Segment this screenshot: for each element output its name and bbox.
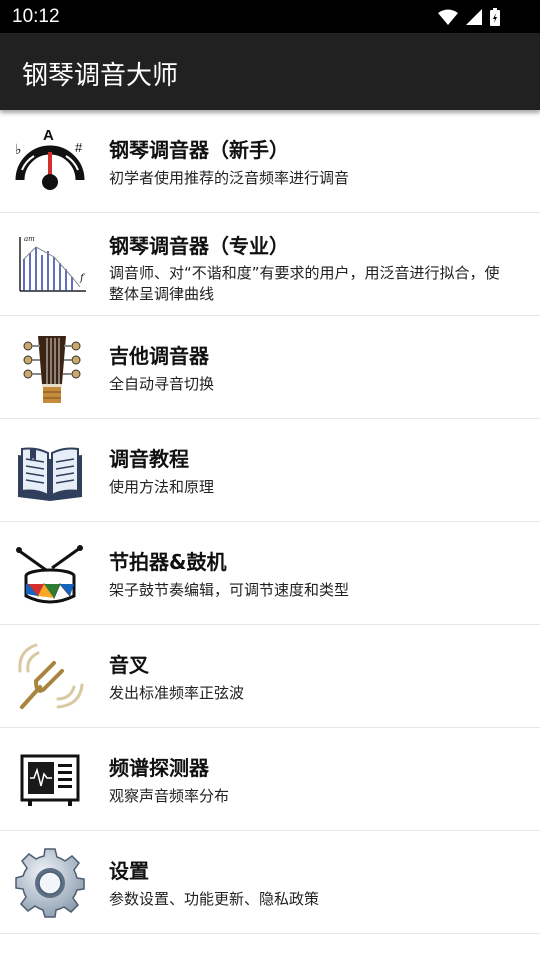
menu-item-title: 吉他调音器 (109, 344, 209, 368)
guitar-headstock-icon (23, 336, 81, 403)
menu-item-desc: 架子鼓节奏编辑，可调节速度和类型 (109, 581, 350, 599)
menu-item-title: 节拍器&鼓机 (109, 550, 227, 574)
menu-item-title: 频谱探测器 (109, 756, 209, 780)
spectrum-monitor-icon (20, 754, 80, 806)
menu-item-desc: 调音师、对“不谐和度”有要求的用户，用泛音进行拟合，使整体呈调律曲线 (109, 264, 500, 303)
menu-item-desc: 发出标准频率正弦波 (109, 684, 245, 702)
spectrum-graph-icon: am f (19, 235, 86, 292)
battery-icon (490, 8, 500, 26)
graph-freq-label: f (79, 273, 86, 284)
menu-item-title: 调音教程 (109, 447, 189, 471)
menu-item-spectrum-detector[interactable]: 频谱探测器 观察声音频率分布 (0, 728, 540, 831)
open-book-icon (18, 447, 82, 501)
status-time: 10:12 (12, 6, 60, 27)
app-title: 钢琴调音大师 (22, 61, 179, 91)
menu-item-metronome-drum[interactable]: 节拍器&鼓机 架子鼓节奏编辑，可调节速度和类型 (0, 522, 540, 625)
menu-item-desc: 初学者使用推荐的泛音频率进行调音 (109, 169, 350, 187)
menu-item-desc: 使用方法和原理 (109, 478, 215, 496)
menu-item-guitar-tuner[interactable]: 吉他调音器 全自动寻音切换 (0, 316, 540, 419)
menu-item-title: 钢琴调音器（专业） (109, 234, 289, 258)
gear-icon (15, 848, 85, 918)
menu-item-piano-tuner-beginner[interactable]: ♭ A # 钢琴调音器（新手） 初学者使用推荐的泛音频率进行调音 (0, 110, 540, 213)
status-icons (438, 6, 500, 28)
tuning-fork-icon (18, 643, 84, 709)
menu-item-title: 音叉 (109, 653, 149, 677)
signal-icon (466, 9, 482, 25)
menu-item-tutorial[interactable]: 调音教程 使用方法和原理 (0, 419, 540, 522)
status-bar: 10:12 (0, 0, 540, 33)
tuner-sharp-label: # (75, 140, 83, 155)
menu-item-desc: 观察声音频率分布 (109, 787, 230, 805)
tuner-gauge-icon: ♭ A # (15, 127, 85, 190)
menu-item-tuning-fork[interactable]: 音叉 发出标准频率正弦波 (0, 625, 540, 728)
wifi-icon (438, 9, 458, 25)
menu-item-piano-tuner-pro[interactable]: am f 钢琴调音器（专业） 调音师、对“不谐和度”有要求的用户，用泛音进行拟合… (0, 213, 540, 316)
drum-icon (16, 545, 83, 604)
menu-item-settings[interactable]: 设置 参数设置、功能更新、隐私政策 (0, 831, 540, 934)
tuner-note-label: A (43, 127, 54, 144)
tuner-flat-label: ♭ (15, 142, 22, 158)
menu-item-title: 钢琴调音器（新手） (109, 138, 289, 162)
menu-item-desc: 参数设置、功能更新、隐私政策 (109, 890, 320, 908)
menu-item-title: 设置 (109, 859, 149, 883)
menu-item-desc: 全自动寻音切换 (109, 375, 215, 393)
graph-amp-label: am (24, 235, 35, 243)
menu-list: ♭ A # 钢琴调音器（新手） 初学者使用推荐的泛音频率进行调音 am f 钢琴… (0, 110, 540, 960)
app-bar: 钢琴调音大师 (0, 33, 540, 110)
